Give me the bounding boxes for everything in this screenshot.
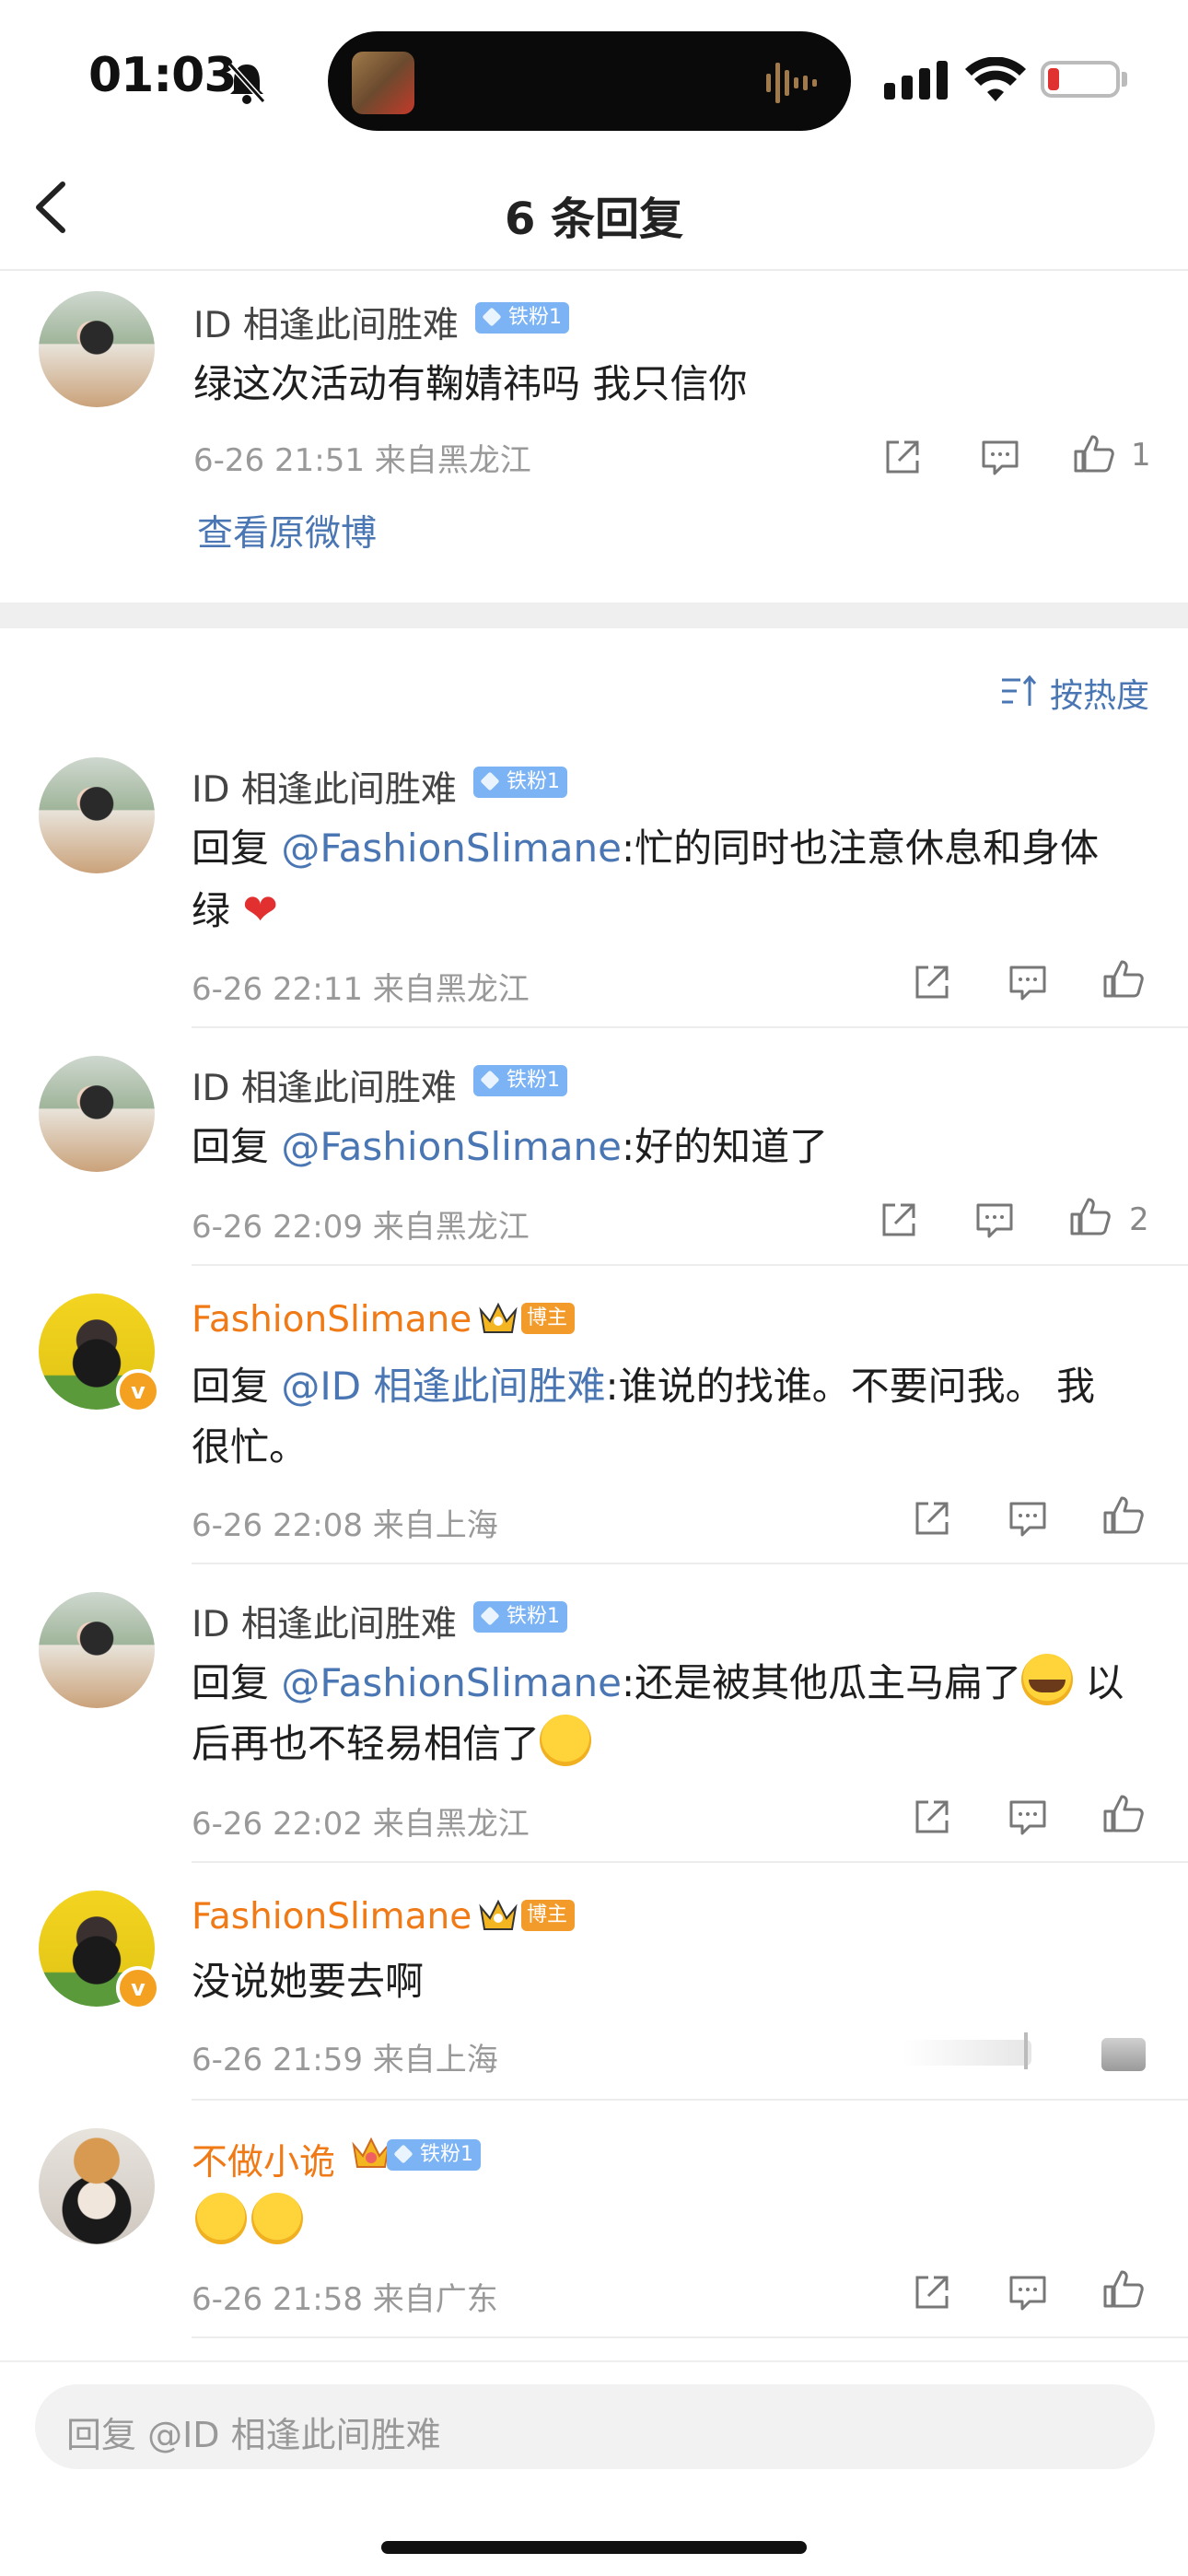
row-divider xyxy=(192,1861,1188,1863)
reply-text: 回复 @ID 相逢此间胜难:谁说的找谁。不要问我。 我很忙。 xyxy=(192,1364,1095,1469)
section-divider xyxy=(0,603,1188,628)
action-bar-faded-divider xyxy=(1024,2032,1028,2069)
reply-meta: 6-26 22:09 来自黑龙江 xyxy=(192,1209,530,1246)
share-icon[interactable] xyxy=(910,2270,954,2314)
row-divider xyxy=(192,2099,1188,2101)
nav-divider xyxy=(0,269,1188,271)
share-icon[interactable] xyxy=(877,1198,921,1242)
username[interactable]: ID 相逢此间胜难 xyxy=(192,1596,457,1647)
audio-wave-icon xyxy=(766,63,817,103)
crying-emoji xyxy=(1021,1654,1074,1705)
diamond-icon xyxy=(480,771,500,791)
avatar[interactable] xyxy=(39,1056,155,1172)
page-title: 6 条回复 xyxy=(504,193,684,245)
diamond-icon xyxy=(480,1606,500,1626)
mention-link[interactable]: @FashionSlimane xyxy=(281,1660,622,1705)
cellular-signal-icon xyxy=(884,61,948,100)
verified-badge-icon: v xyxy=(116,1369,160,1413)
mention-link[interactable]: @FashionSlimane xyxy=(281,825,622,871)
action-bar-faded xyxy=(903,2040,1031,2066)
status-time: 01:03 xyxy=(88,48,238,103)
like-icon[interactable] xyxy=(1101,956,1146,1001)
like-icon[interactable] xyxy=(1101,2038,1146,2071)
reply-meta: 6-26 22:11 来自黑龙江 xyxy=(192,971,530,1008)
diamond-icon xyxy=(482,307,502,327)
share-icon[interactable] xyxy=(910,1496,954,1540)
reply-meta: 6-26 22:02 来自黑龙江 xyxy=(192,1806,530,1843)
username[interactable]: 不做小诡 xyxy=(192,2134,335,2185)
comment-icon[interactable] xyxy=(1006,960,1050,1004)
fan-badge: 铁粉1 xyxy=(473,1601,567,1633)
username[interactable]: ID 相逢此间胜难 xyxy=(192,1060,457,1111)
reply-text: 没说她要去啊 xyxy=(192,1959,425,2004)
avatar[interactable] xyxy=(39,757,155,873)
row-divider xyxy=(192,1026,1188,1028)
comment-icon[interactable] xyxy=(973,1198,1017,1242)
comment-icon[interactable] xyxy=(1006,2270,1050,2314)
fan-badge: 铁粉1 xyxy=(473,1065,567,1096)
heart-emoji: ❤ xyxy=(242,884,278,934)
wifi-icon xyxy=(965,57,1026,101)
now-playing-thumbnail[interactable] xyxy=(352,52,414,114)
comment-text: 绿这次活动有鞠婧祎吗 我只信你 xyxy=(193,361,748,406)
reply-input-placeholder[interactable]: 回复 @ID 相逢此间胜难 xyxy=(66,2406,441,2457)
battery-level xyxy=(1048,68,1059,90)
like-icon[interactable] xyxy=(1068,1194,1112,1238)
fan-badge: 铁粉1 xyxy=(387,2139,481,2171)
bell-mute-icon xyxy=(227,62,266,104)
host-badge: 博主 xyxy=(521,1900,576,1931)
share-icon[interactable] xyxy=(910,1795,954,1839)
row-divider xyxy=(192,2336,1188,2338)
username[interactable]: FashionSlimane xyxy=(192,1896,472,1938)
reply-meta: 6-26 22:08 来自上海 xyxy=(192,1507,498,1544)
comment-meta: 6-26 21:51 来自黑龙江 xyxy=(193,442,531,479)
input-divider xyxy=(0,2360,1188,2362)
like-icon[interactable] xyxy=(1101,2266,1146,2311)
laughing-tears-emoji xyxy=(540,1715,592,1766)
avatar[interactable] xyxy=(39,1592,155,1708)
verified-badge-icon: v xyxy=(116,1966,160,2010)
view-original-link[interactable]: 查看原微博 xyxy=(197,505,377,556)
avatar[interactable] xyxy=(39,291,155,407)
comment-icon[interactable] xyxy=(1006,1795,1050,1839)
fan-badge: 铁粉1 xyxy=(473,767,567,798)
share-icon[interactable] xyxy=(910,960,954,1004)
avatar[interactable] xyxy=(39,2128,155,2244)
laughing-tears-emoji xyxy=(251,2193,304,2244)
like-icon[interactable] xyxy=(1072,431,1116,475)
reply-text: 回复 @FashionSlimane:好的知道了 xyxy=(192,1124,829,1169)
fan-badge: 铁粉1 xyxy=(475,302,569,334)
reply-text: 回复 @FashionSlimane:还是被其他瓜主马扁了 以后再也不轻易相信了 xyxy=(192,1653,1188,1774)
like-icon[interactable] xyxy=(1101,1791,1146,1835)
laughing-tears-emoji xyxy=(195,2193,247,2244)
crown-icon xyxy=(479,1899,518,1930)
mention-link[interactable]: @ID 相逢此间胜难 xyxy=(281,1364,605,1409)
reply-emojis xyxy=(195,2193,304,2244)
row-divider xyxy=(192,1264,1188,1266)
username[interactable]: ID 相逢此间胜难 xyxy=(192,761,457,813)
username[interactable]: ID 相逢此间胜难 xyxy=(193,297,459,348)
share-icon[interactable] xyxy=(880,435,925,479)
home-indicator[interactable] xyxy=(381,2541,807,2554)
like-count: 2 xyxy=(1129,1201,1149,1238)
reply-meta: 6-26 21:58 来自广东 xyxy=(192,2281,498,2318)
diamond-icon xyxy=(393,2144,413,2164)
battery-tip xyxy=(1122,72,1127,87)
host-badge: 博主 xyxy=(521,1303,576,1334)
comment-icon[interactable] xyxy=(978,435,1022,479)
crown-icon xyxy=(479,1302,518,1333)
comment-icon[interactable] xyxy=(1006,1496,1050,1540)
sort-by-hot[interactable]: 按热度 xyxy=(1050,669,1149,717)
reply-text: 回复 @FashionSlimane:忙的同时也注意休息和身体绿 ❤ xyxy=(192,825,1100,934)
diamond-icon xyxy=(480,1070,500,1090)
sort-icon[interactable] xyxy=(1000,673,1041,709)
username[interactable]: FashionSlimane xyxy=(192,1299,472,1341)
reply-meta: 6-26 21:59 来自上海 xyxy=(192,2042,498,2078)
mention-link[interactable]: @FashionSlimane xyxy=(281,1124,622,1169)
like-icon[interactable] xyxy=(1101,1493,1146,1537)
like-count: 1 xyxy=(1131,437,1151,474)
row-divider xyxy=(192,1563,1188,1564)
